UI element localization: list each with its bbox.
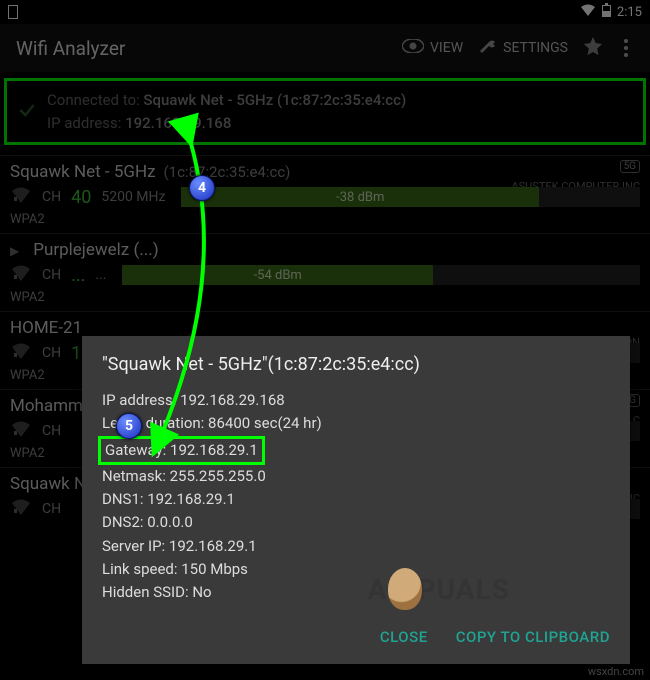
annotation-callout-4: 4 bbox=[189, 175, 215, 201]
dialog-mask: 255.255.255.0 bbox=[170, 467, 266, 485]
dialog-mac: (1c:87:2c:35:e4:cc) bbox=[268, 354, 420, 375]
close-button[interactable]: CLOSE bbox=[380, 628, 428, 646]
dialog-ssid: "Squawk Net - 5GHz" bbox=[102, 354, 268, 375]
dialog-dns1-label: DNS1: bbox=[102, 490, 147, 508]
copy-to-clipboard-button[interactable]: COPY TO CLIPBOARD bbox=[456, 628, 610, 646]
dialog-body: IP address: 192.168.29.168 Lease duratio… bbox=[102, 389, 610, 604]
dialog-ip-label: IP address: bbox=[102, 391, 180, 409]
dialog-srv: 192.168.29.1 bbox=[169, 537, 257, 555]
annotation-callout-5: 5 bbox=[116, 413, 142, 439]
dialog-gw: 192.168.29.1 bbox=[170, 441, 258, 459]
dialog-lease: 86400 sec(24 hr) bbox=[208, 414, 322, 432]
dialog-link-label: Link speed: bbox=[102, 560, 181, 578]
dialog-link: 150 Mbps bbox=[181, 560, 248, 578]
dialog-title: "Squawk Net - 5GHz"(1c:87:2c:35:e4:cc) bbox=[102, 354, 610, 375]
watermark-post: PUALS bbox=[418, 573, 510, 606]
appuals-watermark: A PUALS bbox=[368, 568, 510, 610]
watermark-pre: A bbox=[368, 573, 388, 606]
dialog-gw-label: Gateway: bbox=[105, 441, 170, 459]
dialog-mask-label: Netmask: bbox=[102, 467, 170, 485]
dialog-dns2-label: DNS2: bbox=[102, 513, 147, 531]
dialog-srv-label: Server IP: bbox=[102, 537, 169, 555]
footer-watermark: wsxdn.com bbox=[588, 665, 644, 678]
dialog-hidden-label: Hidden SSID: bbox=[102, 583, 192, 601]
network-details-dialog: "Squawk Net - 5GHz"(1c:87:2c:35:e4:cc) I… bbox=[82, 336, 630, 664]
dialog-ip: 192.168.29.168 bbox=[180, 391, 285, 409]
dialog-dns2: 0.0.0.0 bbox=[147, 513, 193, 531]
watermark-head-icon bbox=[388, 568, 422, 610]
dialog-hidden: No bbox=[192, 583, 211, 601]
dialog-dns1: 192.168.29.1 bbox=[147, 490, 235, 508]
gateway-highlight: Gateway: 192.168.29.1 bbox=[98, 436, 265, 465]
